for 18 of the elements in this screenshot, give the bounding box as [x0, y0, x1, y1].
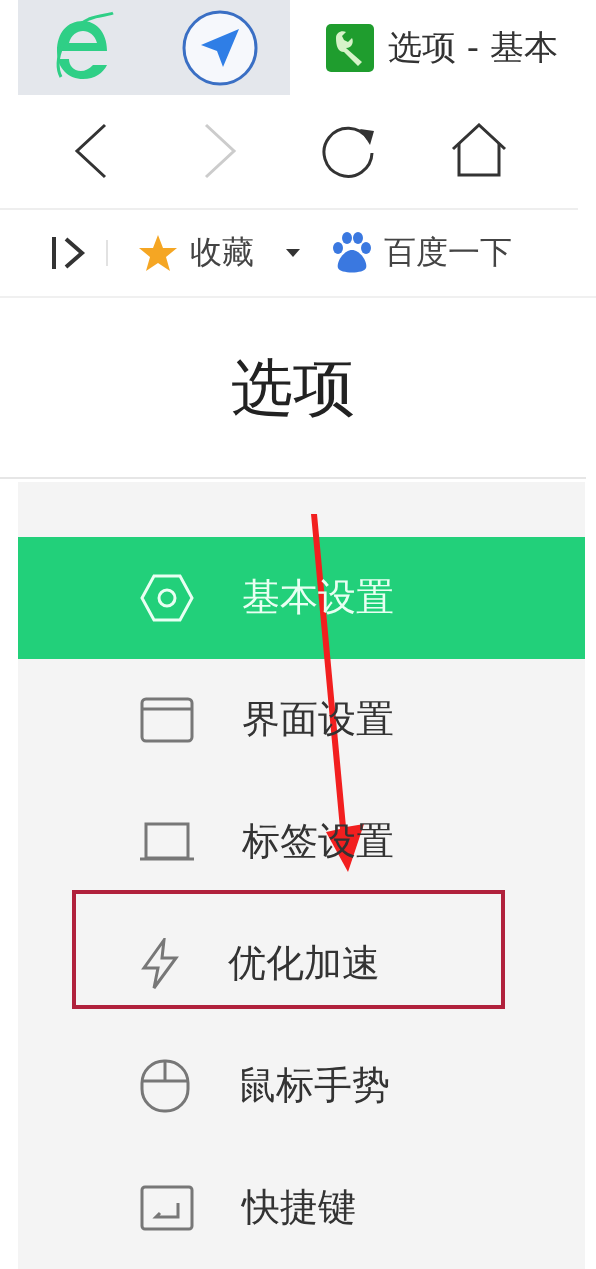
hexagon-icon	[140, 574, 194, 622]
laptop-icon	[140, 822, 194, 862]
sidebar-toggle-icon[interactable]	[50, 235, 86, 272]
window-icon	[140, 697, 194, 743]
browser-tab[interactable]: 选项 - 基本	[326, 23, 558, 72]
bookmark-button[interactable]: 收藏	[138, 231, 302, 276]
tab-title: 选项 - 基本	[388, 25, 558, 69]
mouse-icon	[140, 1059, 190, 1113]
sidebar-item[interactable]: 优化加速	[18, 903, 585, 1025]
page-title: 选项	[231, 349, 355, 426]
lightning-icon	[140, 938, 180, 990]
sidebar-item[interactable]: 快捷键	[18, 1147, 585, 1269]
sidebar-item[interactable]: 鼠标手势	[18, 1025, 585, 1147]
star-icon	[138, 233, 178, 274]
wrench-icon	[326, 23, 374, 72]
paw-icon	[332, 232, 372, 275]
bookmark-button[interactable]: 百度一下	[332, 231, 512, 276]
keyboard-icon	[140, 1185, 194, 1231]
